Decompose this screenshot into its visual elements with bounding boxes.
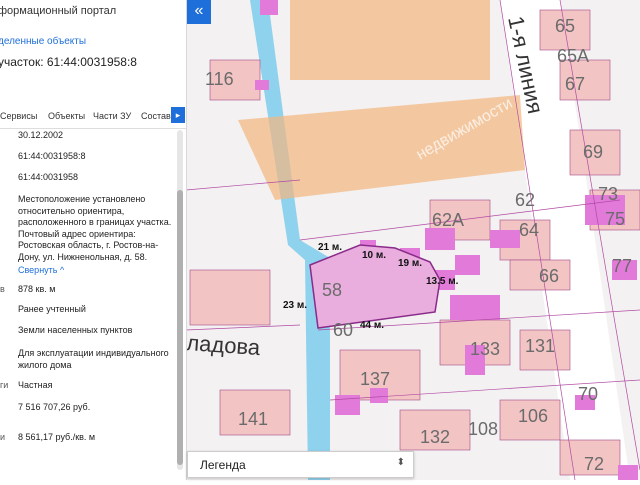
- tab-objects[interactable]: Объекты: [48, 111, 85, 121]
- house-number-label: 77: [612, 256, 632, 276]
- scrollbar-thumb[interactable]: [177, 190, 183, 465]
- double-chevron-left-icon: «: [194, 2, 204, 19]
- tab-bar: Сервисы Объекты Части ЗУ Состав: [0, 104, 186, 129]
- house-number-label: 141: [238, 409, 268, 429]
- boundary-length-label: 44 м.: [360, 320, 384, 331]
- house-number-label: 60: [333, 320, 353, 340]
- boundary-length-label: 21 м.: [318, 242, 342, 253]
- house-number-label: 137: [360, 369, 390, 389]
- field-unit-price-label: и: [0, 432, 6, 442]
- house-number-label: 65: [555, 16, 575, 36]
- house-number-label: 116: [205, 69, 234, 89]
- house-number-label: 64: [519, 220, 539, 240]
- field-cadastral-value: 7 516 707,26 руб.: [18, 402, 91, 412]
- house-number-label: 106: [518, 406, 548, 426]
- portal-title: формационный портал: [0, 5, 117, 17]
- house-number-label: 132: [420, 427, 450, 447]
- house-number-label: 62А: [432, 210, 464, 230]
- house-number-label: 75: [605, 209, 625, 229]
- chevron-updown-icon: ⬍: [396, 457, 405, 468]
- field-unit-price: 8 561,17 руб./кв. м: [18, 432, 96, 442]
- field-cadastral-number: 61:44:0031958:8: [18, 151, 86, 161]
- tabs-next-button[interactable]: ▸: [171, 107, 185, 123]
- house-number-label: 108: [468, 419, 498, 439]
- collapse-panel-button[interactable]: «: [187, 0, 211, 24]
- info-panel: формационный портал деленные объекты уча…: [0, 0, 187, 480]
- house-number-label: 67: [565, 74, 585, 94]
- chevron-right-icon: ▸: [175, 110, 181, 120]
- tab-composition[interactable]: Состав: [141, 111, 171, 121]
- house-number-label: 131: [525, 336, 555, 356]
- selected-objects-link[interactable]: деленные объекты: [0, 36, 86, 47]
- house-number-label: 73: [598, 184, 618, 204]
- boundary-length-label: 23 м.: [283, 300, 307, 311]
- field-date: 30.12.2002: [18, 130, 64, 140]
- field-area: 878 кв. м: [18, 284, 56, 294]
- legend-dropdown[interactable]: Легенда ⬍: [187, 451, 414, 478]
- panel-scrollbar[interactable]: [177, 130, 183, 470]
- boundary-length-label: 13.5 м.: [426, 276, 459, 287]
- field-category: Земли населенных пунктов: [18, 325, 133, 335]
- house-number-label: 62: [515, 190, 535, 210]
- house-number-label: 70: [578, 384, 598, 404]
- tab-parcel-parts[interactable]: Части ЗУ: [93, 111, 131, 121]
- field-usage: Для эксплуатации индивидуального жилого …: [18, 348, 169, 370]
- house-number-label: 69: [583, 142, 603, 162]
- parcel-title: участок: 61:44:0031958:8: [0, 55, 137, 69]
- house-number-label: 133: [470, 339, 500, 359]
- field-address: Местоположение установлено относительно …: [18, 194, 172, 262]
- field-ownership-label: ги: [0, 380, 9, 390]
- boundary-length-label: 10 м.: [362, 250, 386, 261]
- field-status: Ранее учтенный: [18, 304, 86, 314]
- house-number-label: 58: [322, 280, 342, 300]
- boundary-length-label: 19 м.: [398, 258, 422, 269]
- legend-label: Легенда: [200, 458, 246, 472]
- field-quarter: 61:44:0031958: [18, 172, 79, 182]
- house-number-label: 65А: [557, 46, 589, 66]
- collapse-link[interactable]: Свернуть ^: [18, 265, 64, 275]
- field-ownership: Частная: [18, 380, 53, 390]
- field-area-label: в: [0, 284, 5, 294]
- street-label: ладова: [186, 330, 262, 360]
- house-number-label: 72: [584, 454, 604, 474]
- house-number-label: 66: [539, 266, 559, 286]
- tab-services[interactable]: Сервисы: [0, 111, 37, 121]
